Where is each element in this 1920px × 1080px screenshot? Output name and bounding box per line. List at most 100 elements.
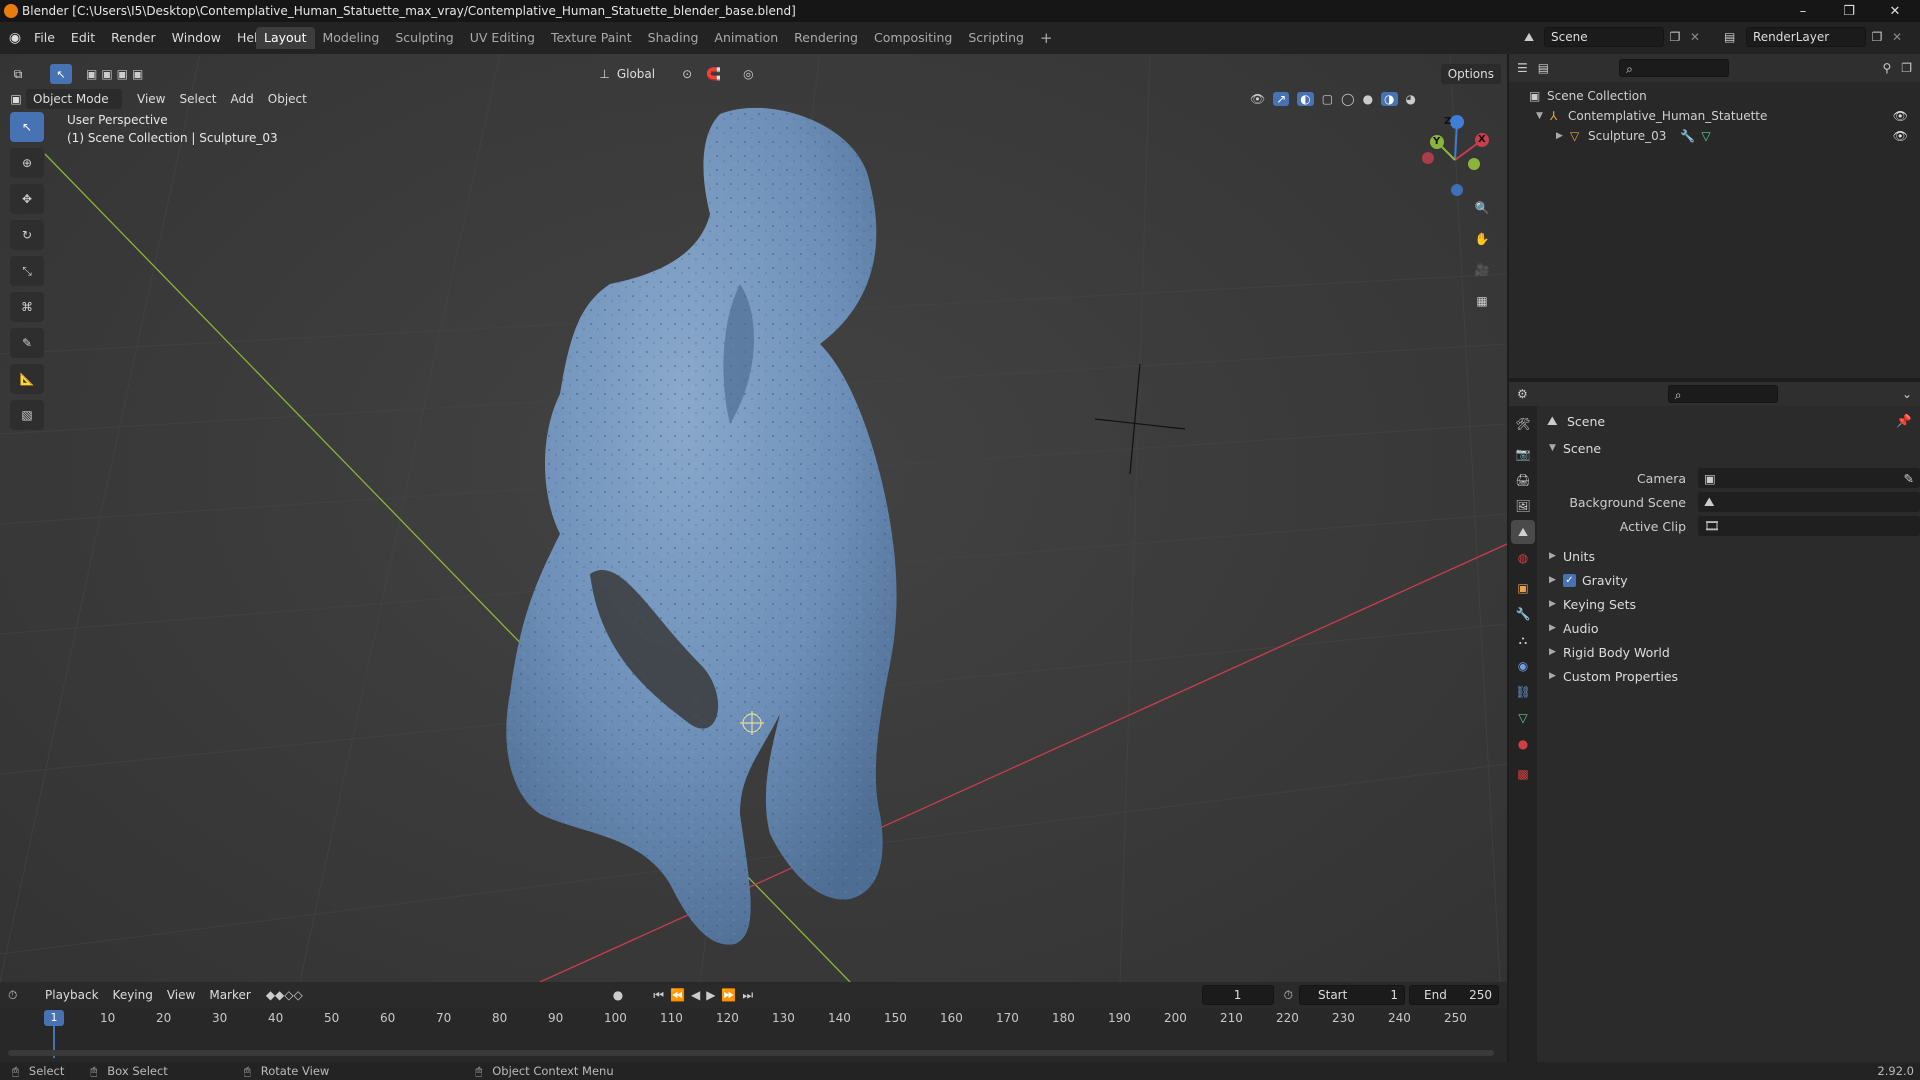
tab-compositing[interactable]: Compositing — [866, 27, 960, 49]
end-frame-field[interactable]: End 250 — [1409, 985, 1499, 1005]
render-tab-icon[interactable]: 📷 — [1511, 442, 1535, 466]
3d-viewport[interactable]: ⧉ ↖ ▣▣▣▣ ⊥ Global ⊙ 🧲 ◎ Options ▣ Object… — [0, 54, 1507, 982]
tab-uv-editing[interactable]: UV Editing — [462, 27, 543, 49]
tab-texture-paint[interactable]: Texture Paint — [543, 27, 640, 49]
pivot-icon[interactable]: ⊙ — [682, 67, 692, 81]
zoom-icon[interactable]: 🔍 — [1468, 194, 1496, 222]
properties-editor-icon[interactable]: ⚙ — [1517, 387, 1528, 401]
menu-select[interactable]: Select — [172, 89, 223, 109]
eye-icon[interactable]: 👁 — [1893, 126, 1908, 146]
xray-icon[interactable]: ▢ — [1322, 92, 1333, 106]
new-renderlayer-icon[interactable]: ❐ — [1866, 30, 1888, 44]
scene-selector[interactable]: Scene — [1544, 27, 1664, 47]
camera-view-icon[interactable]: 🎥 — [1468, 256, 1496, 284]
output-tab-icon[interactable]: 🖨 — [1511, 468, 1535, 492]
menu-window[interactable]: Window — [164, 27, 229, 49]
add-cube-tool-icon[interactable]: ▧ — [10, 400, 44, 430]
wireframe-shading-icon[interactable]: ◯ — [1341, 92, 1354, 106]
selection-modes-icon[interactable]: ▣▣▣▣ — [86, 67, 147, 81]
gravity-checkbox[interactable]: ✓ — [1563, 573, 1576, 587]
playhead[interactable]: 1 — [44, 1010, 64, 1026]
pan-hand-icon[interactable]: ✋ — [1468, 225, 1496, 253]
tab-shading[interactable]: Shading — [640, 27, 707, 49]
outliner-editor-icon[interactable]: ☰ — [1517, 61, 1528, 75]
particles-tab-icon[interactable]: ⛬ — [1511, 628, 1535, 652]
material-tab-icon[interactable]: ● — [1511, 732, 1535, 756]
tab-layout[interactable]: Layout — [256, 27, 315, 49]
maximize-button[interactable]: ❐ — [1826, 0, 1872, 22]
start-frame-field[interactable]: Start 1 — [1299, 985, 1405, 1005]
add-workspace-button[interactable]: + — [1032, 27, 1061, 49]
section-custom-properties[interactable]: ▶ Custom Properties — [1543, 664, 1920, 688]
data-tab-icon[interactable]: ▽ — [1511, 706, 1535, 730]
visibility-icon[interactable]: 👁 — [1250, 92, 1265, 106]
new-collection-icon[interactable]: ❐ — [1901, 61, 1912, 75]
outliner-root[interactable]: ▣ Scene Collection — [1509, 86, 1920, 106]
eye-icon[interactable]: 👁 — [1893, 106, 1908, 126]
physics-tab-icon[interactable]: ◉ — [1511, 654, 1535, 678]
outliner-search-input[interactable]: ⌕ — [1619, 59, 1730, 77]
menu-timeline-view[interactable]: View — [160, 985, 202, 1005]
select-box-tool-icon[interactable]: ↖ — [10, 112, 44, 142]
proportional-edit-icon[interactable]: ◎ — [743, 67, 753, 81]
view-layer-tab-icon[interactable]: 🖼 — [1511, 494, 1535, 518]
rendered-shading-icon[interactable]: ◕ — [1406, 92, 1416, 106]
new-scene-icon[interactable]: ❐ — [1664, 30, 1686, 44]
menu-view[interactable]: View — [130, 89, 172, 109]
constraints-tab-icon[interactable]: ⛓ — [1511, 680, 1535, 704]
pin-icon[interactable]: 📌 — [1896, 413, 1912, 429]
renderlayer-selector[interactable]: RenderLayer — [1746, 27, 1866, 47]
menu-playback[interactable]: Playback — [38, 985, 106, 1005]
section-audio[interactable]: ▶ Audio — [1543, 616, 1920, 640]
material-shading-icon[interactable]: ◑ — [1381, 92, 1398, 106]
section-gravity[interactable]: ▶ ✓ Gravity — [1543, 568, 1920, 592]
playback-controls-icon[interactable]: ⏮⏪◀▶⏩⏭ — [653, 988, 759, 1003]
menu-keying[interactable]: Keying — [106, 985, 160, 1005]
overlay-toggle-icon[interactable]: ◐ — [1297, 92, 1314, 106]
menu-file[interactable]: File — [26, 27, 63, 49]
background-scene-input[interactable]: ⛰ — [1698, 492, 1920, 512]
camera-input[interactable]: ▣ ✎ — [1698, 468, 1920, 488]
timeline-scrollbar[interactable] — [8, 1050, 1494, 1056]
close-button[interactable]: ✕ — [1872, 0, 1918, 22]
menu-add[interactable]: Add — [224, 89, 261, 109]
properties-search-input[interactable]: ⌕ — [1667, 385, 1778, 403]
display-mode-icon[interactable]: ▤ — [1538, 61, 1549, 75]
blender-menu-icon[interactable]: ◉ — [4, 27, 26, 49]
current-frame-input[interactable]: 1 — [1201, 985, 1274, 1005]
camera-field[interactable]: Camera ▣ ✎ — [1543, 466, 1920, 490]
outliner-item[interactable]: ▶ ▽ Sculpture_03 🔧 ▽ 👁 — [1509, 126, 1920, 146]
annotate-tool-icon[interactable]: ✎ — [10, 328, 44, 358]
delete-renderlayer-icon[interactable]: ✕ — [1888, 30, 1906, 44]
section-rigid-body-world[interactable]: ▶ Rigid Body World — [1543, 640, 1920, 664]
minimize-button[interactable]: – — [1780, 0, 1826, 22]
options-dropdown[interactable]: Options — [1440, 64, 1501, 84]
scene-tab-icon[interactable]: ⛰ — [1511, 520, 1535, 544]
section-units[interactable]: ▶ Units — [1543, 544, 1920, 568]
select-mode-icon[interactable]: ↖ — [50, 64, 72, 84]
transform-tool-icon[interactable]: ⌘ — [10, 292, 44, 322]
world-tab-icon[interactable]: ◍ — [1511, 546, 1535, 570]
rotate-tool-icon[interactable]: ↻ — [10, 220, 44, 250]
timeline-editor-icon[interactable]: ⏱ — [8, 988, 38, 1003]
expand-arrow-icon[interactable]: ▼ — [1536, 106, 1550, 126]
texture-tab-icon[interactable]: ▩ — [1511, 762, 1535, 786]
delete-scene-icon[interactable]: ✕ — [1686, 30, 1704, 44]
filter-icon[interactable]: ⚲ — [1882, 61, 1891, 75]
editor-type-icon[interactable]: ⧉ — [6, 67, 30, 82]
background-scene-field[interactable]: Background Scene ⛰ — [1543, 490, 1920, 514]
tool-tab-icon[interactable]: 🛠 — [1511, 412, 1535, 436]
menu-edit[interactable]: Edit — [63, 27, 103, 49]
gizmo-toggle-icon[interactable]: ↗ — [1273, 92, 1290, 106]
move-tool-icon[interactable]: ✥ — [10, 184, 44, 214]
cursor-tool-icon[interactable]: ⊕ — [10, 148, 44, 178]
menu-object[interactable]: Object — [261, 89, 314, 109]
outliner-item[interactable]: ▼ ⅄ Contemplative_Human_Statuette 👁 — [1509, 106, 1920, 126]
timeline-ruler[interactable]: 10 20 30 40 50 60 70 80 90 100 110 120 130 140 150 160 1… — [0, 1008, 1507, 1028]
section-keying-sets[interactable]: ▶ Keying Sets — [1543, 592, 1920, 616]
expand-arrow-icon[interactable]: ▶ — [1556, 126, 1570, 146]
tab-scripting[interactable]: Scripting — [960, 27, 1032, 49]
tab-sculpting[interactable]: Sculpting — [387, 27, 461, 49]
modifier-tab-icon[interactable]: 🔧 — [1511, 602, 1535, 626]
keyframe-nav-icon[interactable]: ◆◆◇◇ — [266, 988, 303, 1002]
